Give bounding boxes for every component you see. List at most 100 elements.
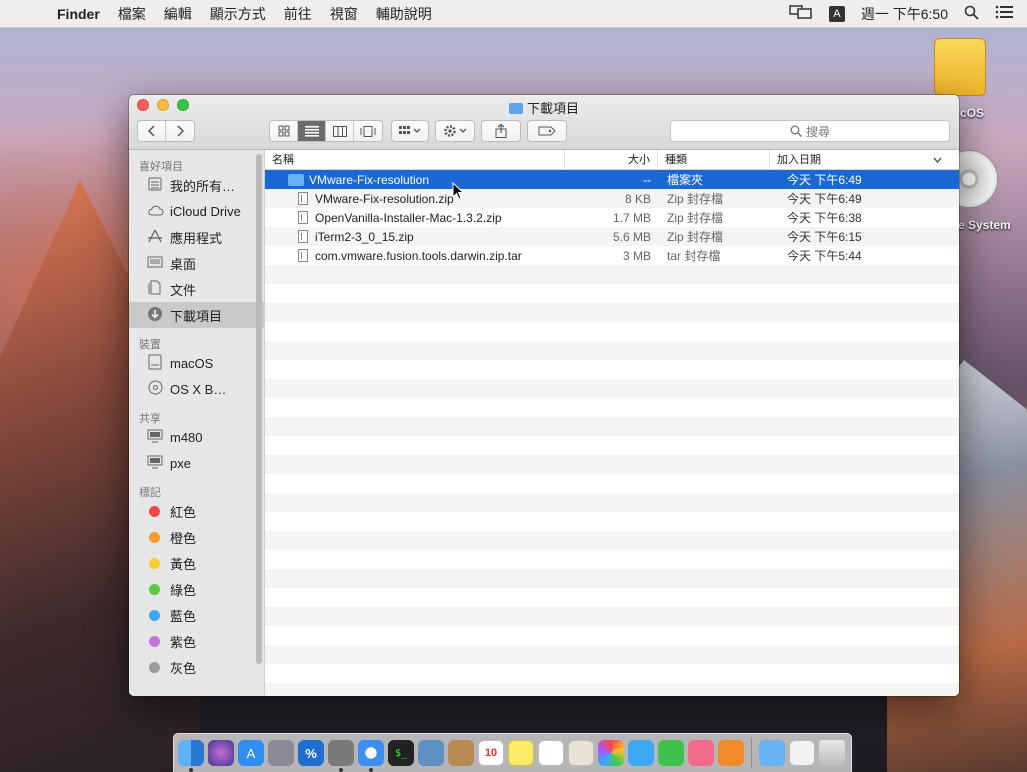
notification-center-icon[interactable] — [995, 5, 1013, 22]
action-button[interactable] — [435, 120, 475, 142]
siri-dock-icon[interactable] — [208, 740, 234, 766]
sidebar-tag-purple[interactable]: 紫色 — [129, 628, 264, 654]
input-source-icon[interactable]: A — [828, 5, 845, 22]
arrange-button[interactable] — [391, 120, 429, 142]
menu-bar: Finder 檔案 編輯 顯示方式 前往 視窗 輔助說明 A 週一 下午6:50 — [0, 0, 1027, 28]
desktop-disc-label: e System — [958, 218, 1011, 232]
zip-file-icon — [298, 230, 308, 243]
all-files-icon — [147, 177, 163, 194]
column-view-button[interactable] — [326, 121, 354, 141]
sidebar-item-label: 綠色 — [170, 582, 197, 598]
finder-dock-icon[interactable] — [178, 740, 204, 772]
menu-edit[interactable]: 編輯 — [155, 4, 201, 24]
column-header-kind[interactable]: 種類 — [658, 149, 770, 170]
column-header-date-added[interactable]: 加入日期 — [770, 150, 950, 170]
system-preferences-gear-dock-icon[interactable] — [328, 740, 354, 772]
toolbar: 搜尋 — [137, 120, 951, 142]
sidebar: 喜好項目 我的所有… iCloud Drive 應用程式 桌面 文件 下載項目 … — [129, 150, 265, 696]
dock: A % $_ 10 — [173, 733, 852, 772]
list-view-button[interactable] — [298, 121, 326, 141]
display-mirroring-icon[interactable] — [789, 4, 813, 23]
ibooks-dock-icon[interactable] — [718, 740, 744, 766]
column-header-size[interactable]: 大小 — [565, 149, 658, 170]
gallery-view-button[interactable] — [354, 121, 382, 141]
share-button[interactable] — [481, 120, 521, 142]
table-row[interactable]: com.vmware.fusion.tools.darwin.zip.tar 3… — [265, 246, 959, 265]
sidebar-item-m480[interactable]: m480 — [129, 424, 264, 450]
table-row[interactable]: OpenVanilla-Installer-Mac-1.3.2.zip 1.7 … — [265, 208, 959, 227]
window-title-text: 下載項目 — [526, 101, 579, 116]
file-date-added: 今天 下午6:49 — [787, 192, 862, 206]
spotlight-search-icon[interactable] — [964, 5, 979, 23]
sidebar-item-macos[interactable]: macOS — [129, 350, 264, 376]
table-row[interactable]: VMware-Fix-resolution -- 檔案夾 今天 下午6:49 — [265, 170, 959, 189]
menubar-clock[interactable]: 週一 下午6:50 — [861, 4, 948, 24]
sidebar-item-all-my-files[interactable]: 我的所有… — [129, 172, 264, 198]
sidebar-scrollbar[interactable] — [256, 154, 262, 664]
menu-window[interactable]: 視窗 — [321, 4, 367, 24]
sidebar-item-pxe[interactable]: pxe — [129, 450, 264, 476]
downloads-icon — [147, 306, 163, 325]
sidebar-tag-green[interactable]: 綠色 — [129, 576, 264, 602]
table-row[interactable]: iTerm2-3_0_15.zip 5.6 MB Zip 封存檔 今天 下午6:… — [265, 227, 959, 246]
percent-app-dock-icon[interactable]: % — [298, 740, 324, 766]
sidebar-heading-shared: 共享 — [139, 413, 161, 425]
documents-stack-dock-icon[interactable] — [789, 740, 815, 766]
edit-tags-button[interactable] — [527, 120, 567, 142]
sidebar-tag-red[interactable]: 紅色 — [129, 498, 264, 524]
menu-app-finder[interactable]: Finder — [48, 6, 109, 22]
trash-dock-icon[interactable] — [819, 740, 845, 766]
file-date-added: 今天 下午6:38 — [787, 211, 862, 225]
terminal-dock-icon[interactable]: $_ — [388, 740, 414, 766]
maps-dock-icon[interactable] — [568, 740, 594, 766]
file-date-added: 今天 下午6:15 — [787, 230, 862, 244]
facetime-dock-icon[interactable] — [658, 740, 684, 766]
back-button[interactable] — [138, 121, 166, 141]
desktop-icon — [147, 256, 163, 271]
column-header-name[interactable]: 名稱 — [265, 149, 565, 170]
reminders-dock-icon[interactable] — [538, 740, 564, 766]
table-row[interactable]: VMware-Fix-resolution.zip 8 KB Zip 封存檔 今… — [265, 189, 959, 208]
sidebar-item-downloads[interactable]: 下載項目 — [129, 302, 264, 328]
sidebar-item-label: 下載項目 — [170, 308, 223, 324]
contacts-book-dock-icon[interactable] — [448, 740, 474, 766]
file-kind: Zip 封存檔 — [667, 192, 724, 206]
itunes-music-dock-icon[interactable] — [688, 740, 714, 766]
file-kind: Zip 封存檔 — [667, 211, 724, 225]
gear-icon — [444, 125, 467, 137]
file-size: 5.6 MB — [612, 229, 651, 244]
forward-button[interactable] — [166, 121, 194, 141]
menu-help[interactable]: 輔助說明 — [367, 4, 441, 24]
calendar-dock-icon[interactable]: 10 — [478, 740, 504, 766]
menu-view[interactable]: 顯示方式 — [201, 4, 275, 24]
sidebar-item-documents[interactable]: 文件 — [129, 276, 264, 302]
sidebar-item-label: 應用程式 — [170, 230, 223, 246]
sidebar-item-osx-installer[interactable]: OS X B… — [129, 376, 264, 402]
safari-compass-dock-icon[interactable] — [358, 740, 384, 772]
messages-dock-icon[interactable] — [628, 740, 654, 766]
search-field[interactable]: 搜尋 — [670, 120, 950, 142]
list-lines-icon — [304, 125, 319, 137]
launchpad-rocket-dock-icon[interactable] — [268, 740, 294, 766]
zip-file-icon — [298, 211, 308, 224]
sidebar-item-applications[interactable]: 應用程式 — [129, 224, 264, 250]
sidebar-item-icloud-drive[interactable]: iCloud Drive — [129, 198, 264, 224]
sidebar-item-desktop[interactable]: 桌面 — [129, 250, 264, 276]
app-store-dock-icon[interactable]: A — [238, 740, 264, 766]
sidebar-tag-gray[interactable]: 灰色 — [129, 654, 264, 680]
sidebar-tag-yellow[interactable]: 黃色 — [129, 550, 264, 576]
preview-dock-icon[interactable] — [418, 740, 444, 766]
desktop-drive-macos[interactable] — [934, 38, 986, 96]
window-title: 下載項目 — [129, 98, 959, 117]
menu-file[interactable]: 檔案 — [109, 4, 155, 24]
notes-dock-icon[interactable] — [508, 740, 534, 766]
icon-view-button[interactable] — [270, 121, 298, 141]
sidebar-tag-orange[interactable]: 橙色 — [129, 524, 264, 550]
downloads-stack-dock-icon[interactable] — [759, 740, 785, 766]
sidebar-heading-devices: 裝置 — [139, 339, 161, 351]
photos-dock-icon[interactable] — [598, 740, 624, 766]
tag-red-dot-icon — [149, 505, 160, 517]
file-name: VMware-Fix-resolution — [309, 172, 430, 187]
menu-go[interactable]: 前往 — [275, 4, 321, 24]
sidebar-tag-blue[interactable]: 藍色 — [129, 602, 264, 628]
